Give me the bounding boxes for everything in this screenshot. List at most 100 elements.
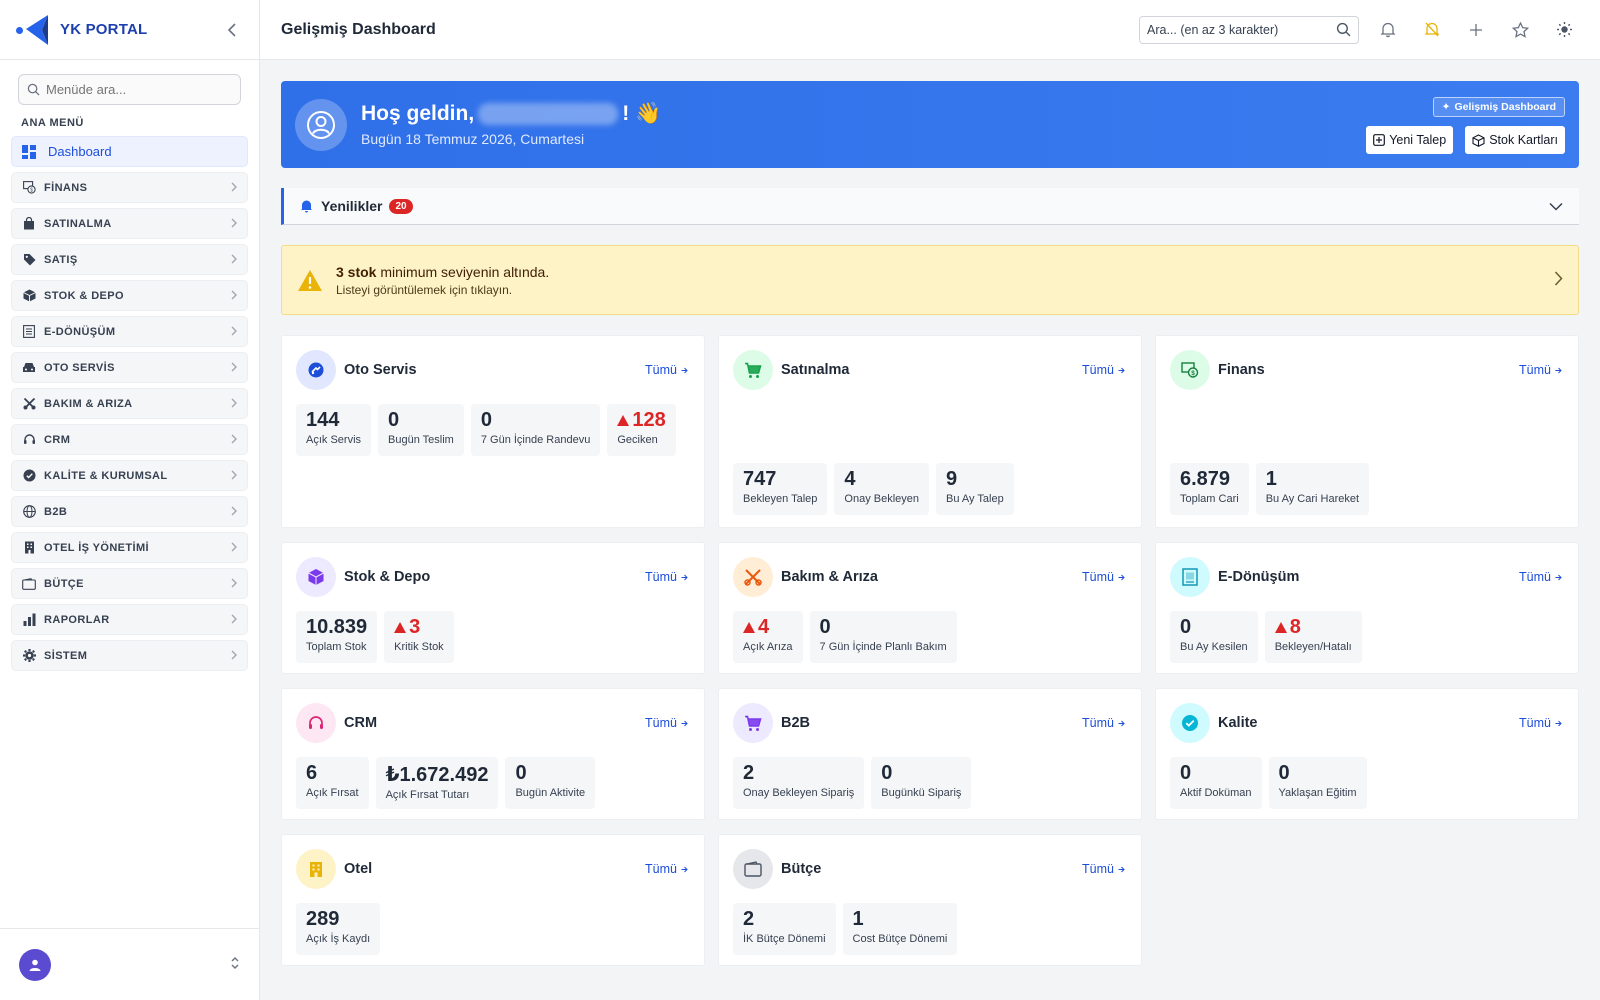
sidebar-item-0[interactable]: Dashboard [11, 136, 248, 167]
menu-search-input[interactable] [46, 82, 226, 97]
sidebar-item-3[interactable]: SATIŞ [11, 244, 248, 275]
stat-tile[interactable]: 747 Bekleyen Talep [733, 463, 828, 515]
stat-tile[interactable]: 3 Kritik Stok [384, 611, 454, 663]
view-all-link[interactable]: Tümü [1519, 716, 1564, 730]
view-all-link[interactable]: Tümü [1082, 716, 1127, 730]
global-search-input[interactable] [1147, 22, 1336, 37]
cart-icon [733, 703, 773, 743]
card-title: Oto Servis [344, 362, 417, 378]
stat-tile[interactable]: 4 Onay Bekleyen [834, 463, 930, 515]
stat-tile[interactable]: 0 Aktif Doküman [1170, 757, 1262, 809]
sidebar-item-11[interactable]: OTEL İŞ YÖNETİMİ [11, 532, 248, 563]
stock-cards-button[interactable]: Stok Kartları [1465, 126, 1565, 154]
brand-name[interactable]: YK PORTAL [60, 21, 147, 38]
view-all-link[interactable]: Tümü [1082, 862, 1127, 876]
chevron-right-icon[interactable] [1554, 271, 1563, 289]
view-all-link[interactable]: Tümü [645, 862, 690, 876]
sidebar-item-8[interactable]: CRM [11, 424, 248, 455]
stat-tile[interactable]: 4 Açık Arıza [733, 611, 803, 663]
sidebar-item-6[interactable]: OTO SERVİS [11, 352, 248, 383]
stat-tile[interactable]: 0 Bugün Aktivite [505, 757, 596, 809]
advanced-dashboard-badge[interactable]: ✦ Gelişmiş Dashboard [1432, 97, 1565, 117]
welcome-title: Hoş geldin, ! 👋 [361, 102, 661, 126]
sidebar-item-10[interactable]: B2B [11, 496, 248, 527]
user-menu-toggle-icon[interactable] [230, 956, 240, 973]
sidebar-item-12[interactable]: BÜTÇE [11, 568, 248, 599]
card-stats: 747 Bekleyen Talep 4 Onay Bekleyen 9 Bu Ay… [733, 463, 1127, 515]
module-card: E-Dönüşüm Tümü 0 Bu Ay Kesilen 8 Bekleyen… [1155, 542, 1579, 674]
sun-icon[interactable] [1549, 15, 1579, 45]
user-avatar[interactable] [19, 948, 51, 981]
alert-bold: 3 stok [336, 263, 377, 280]
plus-icon[interactable] [1461, 15, 1491, 45]
stat-tile[interactable]: 2 İK Bütçe Dönemi [733, 903, 836, 955]
stat-tile[interactable]: 289 Açık İş Kaydı [296, 903, 381, 955]
chevron-right-icon [231, 649, 237, 663]
sidebar-item-13[interactable]: RAPORLAR [11, 604, 248, 635]
stat-label: Cost Bütçe Dönemi [852, 933, 948, 945]
bell-icon[interactable] [1373, 15, 1403, 45]
news-panel-header[interactable]: Yenilikler 20 [281, 188, 1579, 225]
sidebar-item-14[interactable]: SİSTEM [11, 640, 248, 671]
stat-tile[interactable]: 0 Bugünkü Sipariş [871, 757, 972, 809]
global-search[interactable] [1139, 15, 1359, 44]
new-request-button[interactable]: Yeni Talep [1366, 126, 1454, 154]
sidebar-item-7[interactable]: BAKIM & ARIZA [11, 388, 248, 419]
view-all-link[interactable]: Tümü [1082, 363, 1127, 377]
stat-tile[interactable]: 0 Yaklaşan Eğitim [1268, 757, 1367, 809]
stat-tile[interactable]: 2 Onay Bekleyen Sipariş [733, 757, 865, 809]
collapse-sidebar-icon[interactable] [221, 19, 243, 41]
stat-tile[interactable]: 1 Cost Bütçe Dönemi [842, 903, 958, 955]
sidebar-item-5[interactable]: E-DÖNÜŞÜM [11, 316, 248, 347]
view-all-label: Tümü [1082, 363, 1114, 377]
low-stock-alert[interactable]: 3 stok minimum seviyenin altında. Listey… [281, 245, 1579, 315]
sidebar-item-9[interactable]: KALİTE & KURUMSAL [11, 460, 248, 491]
stat-tile[interactable]: 9 Bu Ay Talep [936, 463, 1014, 515]
sidebar-item-label: SATIŞ [44, 253, 78, 266]
stat-tile[interactable]: 0 Bu Ay Kesilen [1170, 611, 1258, 663]
stat-tile[interactable]: 10.839 Toplam Stok [296, 611, 378, 663]
card-stats: 4 Açık Arıza 0 7 Gün İçinde Planlı Bakım [733, 611, 1127, 663]
module-card: Stok & Depo Tümü 10.839 Toplam Stok 3 Kri… [281, 542, 705, 674]
view-all-link[interactable]: Tümü [645, 363, 690, 377]
sidebar-item-2[interactable]: SATINALMA [11, 208, 248, 239]
stat-label: 7 Gün İçinde Planlı Bakım [819, 641, 947, 653]
view-all-link[interactable]: Tümü [1519, 570, 1564, 584]
invoice-icon [1170, 557, 1210, 597]
module-card: Oto Servis Tümü 144 Açık Servis 0 Bugün T… [281, 335, 705, 528]
view-all-link[interactable]: Tümü [645, 570, 690, 584]
stat-tile[interactable]: 6 Açık Fırsat [296, 757, 369, 809]
sidebar-item-1[interactable]: $ FİNANS [11, 172, 248, 203]
stat-value: 4 [844, 468, 856, 490]
brand-logo-icon[interactable] [16, 14, 50, 46]
stat-tile[interactable]: 0 7 Gün İçinde Planlı Bakım [809, 611, 957, 663]
search-icon[interactable] [1336, 22, 1351, 37]
sidebar-item-label: SATINALMA [44, 217, 112, 230]
menu-search[interactable] [18, 74, 241, 105]
sidebar-item-4[interactable]: STOK & DEPO [11, 280, 248, 311]
stat-tile[interactable]: ₺1.672.492 Açık Fırsat Tutarı [375, 757, 499, 809]
stat-tile[interactable]: 8 Bekleyen/Hatalı [1264, 611, 1362, 663]
sidebar-nav: Dashboard $ FİNANS SATINALMA SATIŞ STOK … [0, 136, 259, 671]
view-all-link[interactable]: Tümü [645, 716, 690, 730]
stat-tile[interactable]: 6.879 Toplam Cari [1170, 463, 1249, 515]
sidebar-item-label: Dashboard [48, 144, 112, 159]
sidebar-item-label: OTEL İŞ YÖNETİMİ [44, 541, 150, 554]
stat-tile[interactable]: 128 Geciken [607, 404, 676, 456]
star-icon[interactable] [1505, 15, 1535, 45]
view-all-label: Tümü [645, 862, 677, 876]
bell-off-icon[interactable] [1417, 15, 1447, 45]
stat-tile[interactable]: 0 Bugün Teslim [378, 404, 464, 456]
view-all-link[interactable]: Tümü [1519, 363, 1564, 377]
welcome-banner: Hoş geldin, ! 👋 Bugün 18 Temmuz 2026, Cu… [281, 81, 1579, 168]
arrow-right-icon [1555, 716, 1562, 730]
view-all-link[interactable]: Tümü [1082, 570, 1127, 584]
stat-tile[interactable]: 1 Bu Ay Cari Hareket [1255, 463, 1370, 515]
stat-label: Bugün Aktivite [515, 787, 586, 799]
card-stats: 6.879 Toplam Cari 1 Bu Ay Cari Hareket [1170, 463, 1564, 515]
stat-tile[interactable]: 144 Açık Servis [296, 404, 372, 456]
stat-tile[interactable]: 0 7 Gün İçinde Randevu [470, 404, 601, 456]
search-icon [27, 83, 40, 96]
card-title: B2B [781, 715, 811, 731]
chevron-down-icon[interactable] [1549, 199, 1563, 214]
